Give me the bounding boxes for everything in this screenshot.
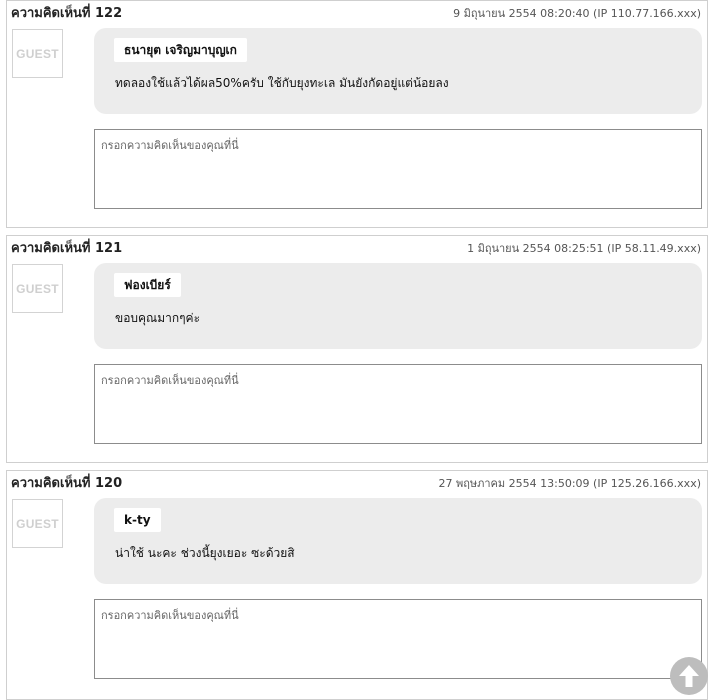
- comment-meta: 1 มิถุนายน 2554 08:25:51 (IP 58.11.49.xx…: [467, 242, 701, 255]
- comment-header: ความคิดเห็นที่ 120 27 พฤษภาคม 2554 13:50…: [11, 475, 701, 493]
- comment-text: น่าใช้ นะคะ ช่วงนี้ยุงเยอะ ซะด้วยสิ: [115, 546, 295, 560]
- comment-number: ความคิดเห็นที่ 122: [11, 6, 123, 21]
- comment-bubble: ฟองเบียร์ ขอบคุณมากๆค่ะ: [94, 263, 702, 349]
- comment-bubble: ธนายุต เจริญมาบุญเก ทดลองใช้แล้วได้ผล50%…: [94, 28, 702, 114]
- comment-meta: 9 มิถุนายน 2554 08:20:40 (IP 110.77.166.…: [453, 7, 701, 20]
- comment-text: ทดลองใช้แล้วได้ผล50%ครับ ใช้กับยุงทะเล ม…: [115, 76, 449, 90]
- comment-number: ความคิดเห็นที่ 120: [11, 476, 123, 491]
- comment-bubble: k-ty น่าใช้ นะคะ ช่วงนี้ยุงเยอะ ซะด้วยสิ: [94, 498, 702, 584]
- comment-number: ความคิดเห็นที่ 121: [11, 241, 123, 256]
- comment-text: ขอบคุณมากๆค่ะ: [115, 311, 201, 325]
- comment-card: ความคิดเห็นที่ 121 1 มิถุนายน 2554 08:25…: [6, 235, 708, 463]
- comment-header: ความคิดเห็นที่ 121 1 มิถุนายน 2554 08:25…: [11, 240, 701, 258]
- comment-card: ความคิดเห็นที่ 122 9 มิถุนายน 2554 08:20…: [6, 0, 708, 228]
- comment-header: ความคิดเห็นที่ 122 9 มิถุนายน 2554 08:20…: [11, 5, 701, 23]
- comment-author: k-ty: [114, 508, 161, 532]
- comment-author: ฟองเบียร์: [114, 273, 181, 297]
- reply-input[interactable]: [94, 129, 702, 209]
- comment-card: ความคิดเห็นที่ 120 27 พฤษภาคม 2554 13:50…: [6, 470, 708, 700]
- comment-meta: 27 พฤษภาคม 2554 13:50:09 (IP 125.26.166.…: [438, 477, 701, 490]
- comment-author: ธนายุต เจริญมาบุญเก: [114, 38, 247, 62]
- avatar: GUEST: [12, 29, 63, 78]
- arrow-up-circle-icon: [679, 665, 699, 687]
- reply-input[interactable]: [94, 599, 702, 679]
- avatar: GUEST: [12, 499, 63, 548]
- scroll-to-top-button[interactable]: [670, 657, 708, 695]
- reply-input[interactable]: [94, 364, 702, 444]
- avatar: GUEST: [12, 264, 63, 313]
